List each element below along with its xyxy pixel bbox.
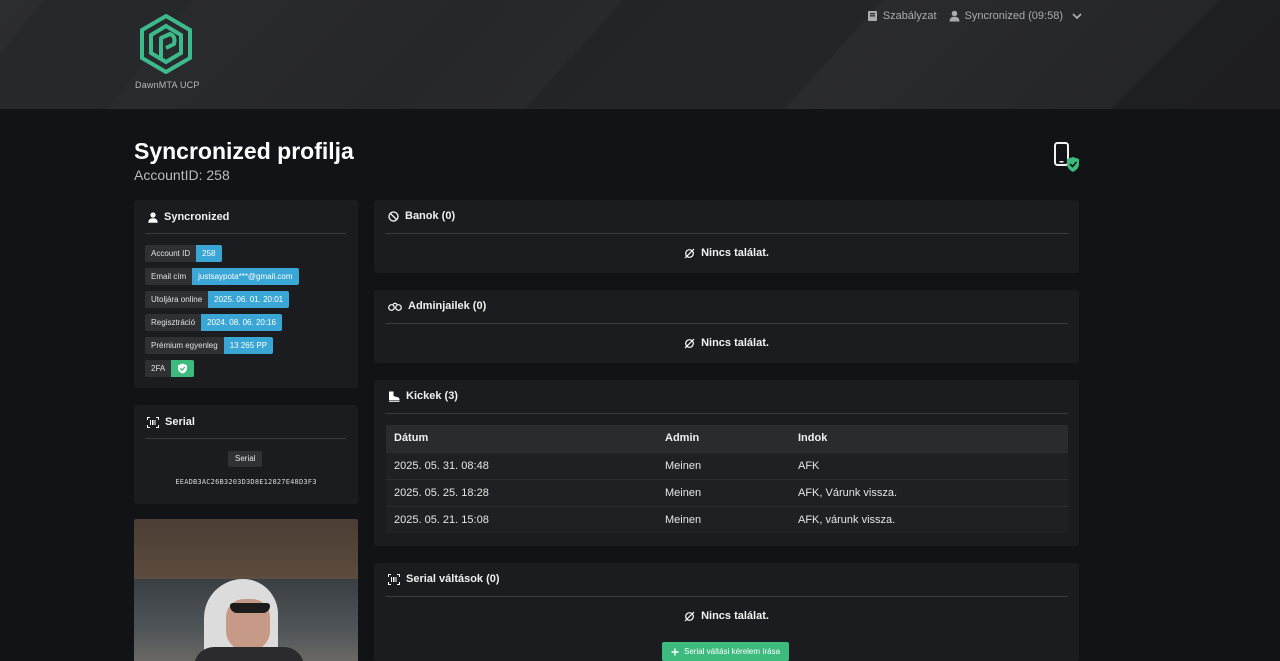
profile-field-account-id: Account ID 258: [145, 245, 222, 262]
serial-card-header: Serial: [147, 416, 195, 428]
divider: [386, 596, 1068, 597]
kick-date: 2025. 05. 21. 15:08: [386, 505, 657, 533]
serial-changes-panel: Serial váltások (0) Nincs találat. Seria…: [374, 563, 1079, 661]
field-value: 2025. 06. 01. 20:01: [208, 291, 290, 308]
serial-changes-empty-text: Nincs találat.: [701, 610, 769, 622]
bans-empty-text: Nincs találat.: [701, 247, 769, 259]
bans-empty-state: Nincs találat.: [374, 247, 1079, 259]
table-row: 2025. 05. 31. 08:48 Meinen AFK: [386, 451, 1068, 479]
adminjails-empty-state: Nincs találat.: [374, 337, 1079, 349]
serial-value: EEADB3AC26B3203D3D8E12827E48D3F3: [175, 478, 317, 486]
divider: [146, 438, 346, 439]
adminjails-title: Adminjailek (0): [408, 300, 487, 312]
page-subtitle: AccountID: 258: [134, 167, 230, 183]
bans-title: Banok (0): [405, 210, 456, 222]
user-menu[interactable]: Syncronized (09:58): [949, 8, 1082, 24]
field-key: Prémium egyenleg: [145, 337, 224, 354]
field-key: Email cím: [145, 268, 193, 285]
serial-badge: Serial: [228, 451, 263, 467]
kick-date: 2025. 05. 31. 08:48: [386, 451, 657, 479]
top-banner: DawnMTA UCP Szabályzat Syncronized (09:5…: [0, 0, 1280, 109]
serial-changes-panel-header: Serial váltások (0): [388, 573, 500, 585]
table-row: 2025. 05. 25. 18:28 Meinen AFK, Várunk v…: [386, 478, 1068, 506]
kicks-panel: Kickek (3) Dátum Admin Indok 2025. 05. 3…: [374, 380, 1079, 546]
empty-set-icon: [684, 248, 695, 258]
handcuffs-icon: [388, 302, 402, 311]
twofa-status-badge: [171, 360, 195, 377]
empty-set-icon: [684, 338, 695, 348]
kick-admin: Meinen: [657, 478, 790, 506]
user-icon: [949, 10, 960, 22]
chevron-down-icon: [1072, 13, 1082, 20]
divider: [386, 233, 1068, 234]
field-value: 13 265 PP: [223, 337, 274, 354]
serial-card-title: Serial: [165, 416, 195, 428]
field-value: 2024. 08. 06. 20:16: [201, 314, 282, 331]
field-value: 258: [196, 245, 222, 262]
user-icon: [148, 211, 158, 223]
kick-reason: AFK, Várunk vissza.: [790, 478, 1068, 506]
barcode-icon: [147, 416, 159, 428]
field-key: Account ID: [145, 245, 197, 262]
brand-name: DawnMTA UCP: [135, 80, 200, 90]
empty-set-icon: [684, 611, 695, 621]
profile-field-last-online: Utoljára online 2025. 06. 01. 20:01: [145, 291, 290, 308]
profile-field-registration: Regisztráció 2024. 08. 06. 20:16: [145, 314, 282, 331]
boot-icon: [389, 391, 400, 402]
divider: [146, 233, 346, 234]
adminjails-empty-text: Nincs találat.: [701, 337, 769, 349]
profile-field-2fa: 2FA: [145, 360, 195, 377]
serial-changes-title: Serial váltások (0): [406, 573, 500, 585]
column-header-reason[interactable]: Indok: [790, 425, 1068, 452]
kicks-title: Kickek (3): [406, 390, 458, 402]
kick-admin: Meinen: [657, 451, 790, 479]
field-key: 2FA: [145, 360, 172, 377]
user-menu-label: Syncronized (09:58): [964, 10, 1063, 22]
profile-card-header: Syncronized: [148, 211, 229, 223]
serial-change-request-button[interactable]: Serial váltási kérelem írása: [662, 642, 790, 661]
ban-icon: [388, 210, 399, 222]
field-key: Utoljára online: [145, 291, 209, 308]
serial-changes-empty-state: Nincs találat.: [374, 610, 1079, 622]
rules-link-label: Szabályzat: [882, 10, 937, 22]
field-key: Regisztráció: [145, 314, 202, 331]
bans-panel: Banok (0) Nincs találat.: [374, 200, 1079, 273]
character-avatar: [134, 519, 358, 661]
column-header-admin[interactable]: Admin: [657, 425, 790, 452]
divider: [386, 413, 1068, 414]
kick-reason: AFK, várunk vissza.: [790, 505, 1068, 533]
profile-field-premium-balance: Prémium egyenleg 13 265 PP: [145, 337, 274, 354]
rules-link[interactable]: Szabályzat: [867, 8, 937, 24]
table-row: 2025. 05. 21. 15:08 Meinen AFK, várunk v…: [386, 505, 1068, 533]
phone-shield-icon[interactable]: [1052, 142, 1082, 174]
bans-panel-header: Banok (0): [388, 210, 455, 222]
top-nav: Szabályzat Syncronized (09:58): [867, 8, 1082, 24]
profile-name: Syncronized: [164, 211, 230, 223]
barcode-icon: [388, 573, 400, 585]
field-value: justsaypota***@gmail.com: [192, 268, 299, 285]
book-icon: [867, 11, 877, 21]
kick-reason: AFK: [790, 451, 1068, 479]
shield-check-icon: [178, 363, 188, 374]
kicks-panel-header: Kickek (3): [388, 390, 458, 402]
kick-admin: Meinen: [657, 505, 790, 533]
profile-field-email: Email cím justsaypota***@gmail.com: [145, 268, 299, 285]
adminjails-panel: Adminjailek (0) Nincs találat.: [374, 290, 1079, 363]
plus-icon: [671, 648, 679, 655]
kicks-table: Dátum Admin Indok 2025. 05. 31. 08:48 Me…: [386, 425, 1068, 533]
adminjails-panel-header: Adminjailek (0): [388, 300, 486, 312]
dawnmta-logo-icon[interactable]: [138, 14, 194, 74]
serial-card: Serial Serial EEADB3AC26B3203D3D8E12827E…: [134, 405, 358, 504]
divider: [386, 323, 1068, 324]
column-header-date[interactable]: Dátum: [386, 425, 657, 452]
table-header-row: Dátum Admin Indok: [386, 425, 1068, 452]
serial-change-request-label: Serial váltási kérelem írása: [684, 647, 781, 656]
kick-date: 2025. 05. 25. 18:28: [386, 478, 657, 506]
page-title: Syncronized profilja: [134, 138, 354, 164]
